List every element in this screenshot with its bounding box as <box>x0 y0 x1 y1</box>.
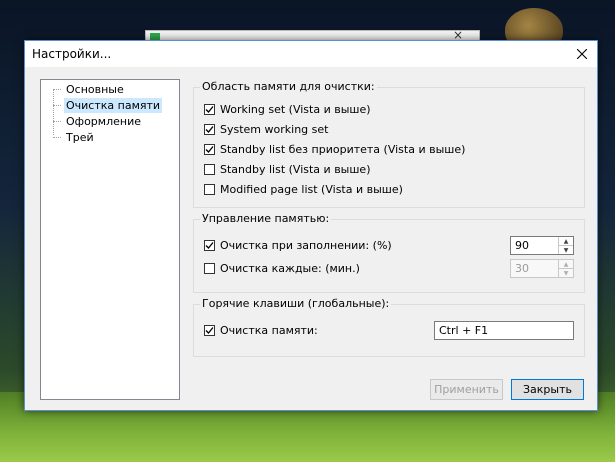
memory-area-group: Область памяти для очистки: Working set … <box>193 80 585 208</box>
spinner-value: 90 <box>515 239 529 252</box>
apply-button[interactable]: Применить <box>430 379 503 400</box>
spinner-down-button[interactable]: ▼ <box>559 246 573 254</box>
checkmark-icon <box>205 106 214 113</box>
option-interval-cleanup[interactable]: Очистка каждые: (мин.) <box>204 261 360 276</box>
option-hotkey-clean-memory[interactable]: Очистка памяти: <box>204 323 318 338</box>
tree-branch <box>53 137 61 138</box>
close-button[interactable]: Закрыть <box>511 379 584 400</box>
option-label: Standby list без приоритета (Vista и выш… <box>220 143 466 156</box>
settings-tree[interactable]: Основные Очистка памяти Оформление Трей <box>40 79 180 400</box>
checkbox[interactable] <box>204 104 215 115</box>
checkbox[interactable] <box>204 240 215 251</box>
checkbox[interactable] <box>204 184 215 195</box>
spinner-up-button[interactable]: ▲ <box>559 237 573 246</box>
dialog-title: Настройки... <box>32 47 112 61</box>
checkmark-icon <box>205 126 214 133</box>
background-app-icon <box>150 33 160 40</box>
spinner-up-button: ▲ <box>559 260 573 269</box>
group-title: Область памяти для очистки: <box>200 80 377 93</box>
option-standby-list[interactable]: Standby list (Vista и выше) <box>204 162 370 177</box>
tree-item-label: Оформление <box>66 115 141 128</box>
option-label: Очистка каждые: (мин.) <box>220 262 360 275</box>
checkmark-icon <box>205 327 214 334</box>
interval-minutes-spinner: 30 ▲ ▼ <box>510 259 574 278</box>
memory-management-group: Управление памятью: Очистка при заполнен… <box>193 212 585 293</box>
checkbox[interactable] <box>204 164 215 175</box>
group-title: Горячие клавиши (глобальные): <box>200 297 392 310</box>
option-label: Modified page list (Vista и выше) <box>220 183 403 196</box>
checkbox[interactable] <box>204 325 215 336</box>
fill-percent-spinner[interactable]: 90 ▲ ▼ <box>510 236 574 255</box>
checkmark-icon <box>205 146 214 153</box>
title-bar: Настройки... <box>25 41 597 67</box>
checkbox[interactable] <box>204 263 215 274</box>
spinner-arrows: ▲ ▼ <box>558 237 573 254</box>
option-system-working-set[interactable]: System working set <box>204 122 328 137</box>
option-label: Standby list (Vista и выше) <box>220 163 371 176</box>
tree-branch <box>53 105 61 106</box>
close-icon <box>577 49 587 59</box>
hotkey-value: Ctrl + F1 <box>439 324 489 337</box>
checkbox[interactable] <box>204 144 215 155</box>
tree-connector <box>53 89 54 135</box>
spinner-value: 30 <box>515 262 529 275</box>
checkbox[interactable] <box>204 124 215 135</box>
option-modified-page-list[interactable]: Modified page list (Vista и выше) <box>204 182 403 197</box>
tree-item-label: Очистка памяти <box>64 98 163 113</box>
option-label: Working set (Vista и выше) <box>220 103 371 116</box>
option-fill-cleanup[interactable]: Очистка при заполнении: (%) <box>204 238 392 253</box>
option-label: System working set <box>220 123 329 136</box>
tree-branch <box>53 121 61 122</box>
tree-item-label: Трей <box>66 131 94 144</box>
spinner-down-button: ▼ <box>563 269 569 277</box>
hotkey-input[interactable]: Ctrl + F1 <box>434 321 574 340</box>
hotkeys-group: Горячие клавиши (глобальные): Очистка па… <box>193 297 585 357</box>
close-window-button[interactable] <box>567 41 597 67</box>
option-working-set[interactable]: Working set (Vista и выше) <box>204 102 371 117</box>
option-standby-no-priority[interactable]: Standby list без приоритета (Vista и выш… <box>204 142 465 157</box>
group-title: Управление памятью: <box>200 212 332 225</box>
tree-item-label: Основные <box>66 83 124 96</box>
spinner-arrows: ▲ ▼ <box>558 260 573 277</box>
tree-branch <box>53 89 61 90</box>
checkmark-icon <box>205 242 214 249</box>
settings-dialog: Настройки... Основные Очистка памяти Офо… <box>24 40 598 411</box>
option-label: Очистка памяти: <box>220 324 318 337</box>
option-label: Очистка при заполнении: (%) <box>220 239 392 252</box>
